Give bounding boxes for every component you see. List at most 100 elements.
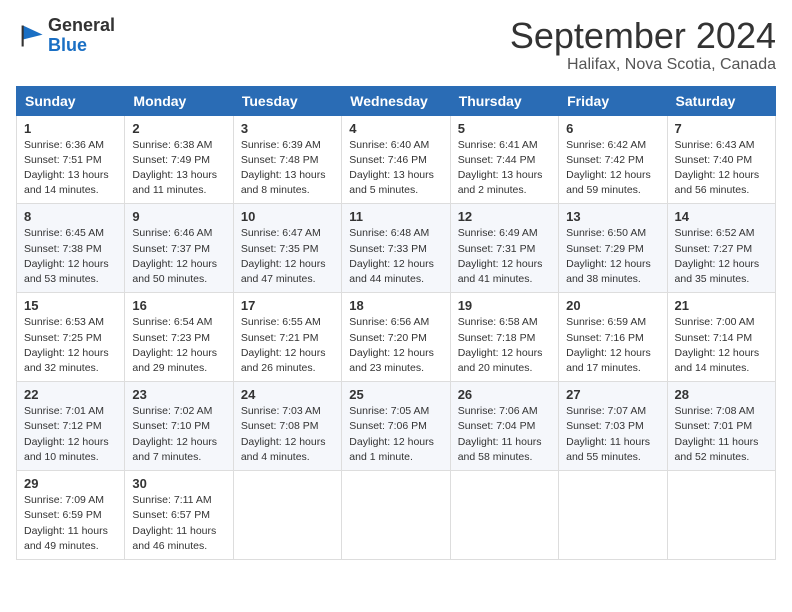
calendar-cell: 18 Sunrise: 6:56 AMSunset: 7:20 PMDayligh… <box>342 293 450 382</box>
day-info: Sunrise: 7:00 AMSunset: 7:14 PMDaylight:… <box>675 315 768 376</box>
day-number: 7 <box>675 121 768 136</box>
day-number: 4 <box>349 121 442 136</box>
day-info: Sunrise: 7:05 AMSunset: 7:06 PMDaylight:… <box>349 404 442 465</box>
day-info: Sunrise: 6:53 AMSunset: 7:25 PMDaylight:… <box>24 315 117 376</box>
logo: General Blue <box>16 16 115 56</box>
day-number: 8 <box>24 209 117 224</box>
calendar-cell: 23 Sunrise: 7:02 AMSunset: 7:10 PMDayligh… <box>125 382 233 471</box>
day-info: Sunrise: 7:11 AMSunset: 6:57 PMDaylight:… <box>132 493 225 554</box>
day-number: 22 <box>24 387 117 402</box>
day-info: Sunrise: 6:58 AMSunset: 7:18 PMDaylight:… <box>458 315 551 376</box>
day-number: 19 <box>458 298 551 313</box>
calendar-cell: 10Sunrise: 6:47 AMSunset: 7:35 PMDayligh… <box>233 204 341 293</box>
calendar-cell: 7 Sunrise: 6:43 AMSunset: 7:40 PMDaylight… <box>667 115 775 204</box>
day-info: Sunrise: 6:48 AMSunset: 7:33 PMDaylight:… <box>349 226 442 287</box>
day-number: 1 <box>24 121 117 136</box>
calendar-cell: 11Sunrise: 6:48 AMSunset: 7:33 PMDayligh… <box>342 204 450 293</box>
header-day-thursday: Thursday <box>450 86 558 115</box>
day-number: 17 <box>241 298 334 313</box>
day-number: 9 <box>132 209 225 224</box>
day-number: 6 <box>566 121 659 136</box>
calendar-header-row: SundayMondayTuesdayWednesdayThursdayFrid… <box>17 86 776 115</box>
day-number: 5 <box>458 121 551 136</box>
day-info: Sunrise: 7:08 AMSunset: 7:01 PMDaylight:… <box>675 404 768 465</box>
calendar-cell: 3 Sunrise: 6:39 AMSunset: 7:48 PMDaylight… <box>233 115 341 204</box>
calendar-cell: 25Sunrise: 7:05 AMSunset: 7:06 PMDayligh… <box>342 382 450 471</box>
calendar-cell: 2 Sunrise: 6:38 AMSunset: 7:49 PMDaylight… <box>125 115 233 204</box>
header-day-monday: Monday <box>125 86 233 115</box>
calendar-cell: 20 Sunrise: 6:59 AMSunset: 7:16 PMDayligh… <box>559 293 667 382</box>
day-number: 10 <box>241 209 334 224</box>
calendar-cell: 29 Sunrise: 7:09 AMSunset: 6:59 PMDayligh… <box>17 471 125 560</box>
day-number: 29 <box>24 476 117 491</box>
day-info: Sunrise: 6:55 AMSunset: 7:21 PMDaylight:… <box>241 315 334 376</box>
calendar-cell: 24Sunrise: 7:03 AMSunset: 7:08 PMDayligh… <box>233 382 341 471</box>
calendar-cell: 6 Sunrise: 6:42 AMSunset: 7:42 PMDaylight… <box>559 115 667 204</box>
calendar-cell: 1Sunrise: 6:36 AMSunset: 7:51 PMDaylight… <box>17 115 125 204</box>
calendar-cell: 19 Sunrise: 6:58 AMSunset: 7:18 PMDayligh… <box>450 293 558 382</box>
calendar-cell: 28 Sunrise: 7:08 AMSunset: 7:01 PMDayligh… <box>667 382 775 471</box>
calendar-cell: 9Sunrise: 6:46 AMSunset: 7:37 PMDaylight… <box>125 204 233 293</box>
day-number: 21 <box>675 298 768 313</box>
day-number: 2 <box>132 121 225 136</box>
calendar-cell <box>342 471 450 560</box>
logo-icon <box>16 22 44 50</box>
calendar-cell: 8 Sunrise: 6:45 AMSunset: 7:38 PMDaylight… <box>17 204 125 293</box>
day-info: Sunrise: 6:41 AMSunset: 7:44 PMDaylight:… <box>458 138 551 199</box>
day-info: Sunrise: 6:38 AMSunset: 7:49 PMDaylight:… <box>132 138 225 199</box>
calendar-cell: 26 Sunrise: 7:06 AMSunset: 7:04 PMDayligh… <box>450 382 558 471</box>
calendar-cell: 13 Sunrise: 6:50 AMSunset: 7:29 PMDayligh… <box>559 204 667 293</box>
calendar-cell: 22 Sunrise: 7:01 AMSunset: 7:12 PMDayligh… <box>17 382 125 471</box>
calendar-cell: 16Sunrise: 6:54 AMSunset: 7:23 PMDayligh… <box>125 293 233 382</box>
day-info: Sunrise: 6:42 AMSunset: 7:42 PMDaylight:… <box>566 138 659 199</box>
calendar-cell: 27 Sunrise: 7:07 AMSunset: 7:03 PMDayligh… <box>559 382 667 471</box>
day-info: Sunrise: 7:06 AMSunset: 7:04 PMDaylight:… <box>458 404 551 465</box>
calendar-cell <box>450 471 558 560</box>
day-info: Sunrise: 7:01 AMSunset: 7:12 PMDaylight:… <box>24 404 117 465</box>
day-number: 26 <box>458 387 551 402</box>
header: General Blue September 2024 Halifax, Nov… <box>16 16 776 74</box>
calendar-cell: 5 Sunrise: 6:41 AMSunset: 7:44 PMDaylight… <box>450 115 558 204</box>
day-number: 15 <box>24 298 117 313</box>
day-number: 27 <box>566 387 659 402</box>
calendar-cell: 30 Sunrise: 7:11 AMSunset: 6:57 PMDayligh… <box>125 471 233 560</box>
calendar-week-row: 1Sunrise: 6:36 AMSunset: 7:51 PMDaylight… <box>17 115 776 204</box>
day-number: 3 <box>241 121 334 136</box>
day-number: 13 <box>566 209 659 224</box>
calendar-cell <box>667 471 775 560</box>
calendar-week-row: 29 Sunrise: 7:09 AMSunset: 6:59 PMDayligh… <box>17 471 776 560</box>
calendar-cell: 21 Sunrise: 7:00 AMSunset: 7:14 PMDayligh… <box>667 293 775 382</box>
month-title: September 2024 <box>510 16 776 56</box>
day-info: Sunrise: 6:39 AMSunset: 7:48 PMDaylight:… <box>241 138 334 199</box>
day-info: Sunrise: 6:45 AMSunset: 7:38 PMDaylight:… <box>24 226 117 287</box>
header-day-saturday: Saturday <box>667 86 775 115</box>
day-info: Sunrise: 6:52 AMSunset: 7:27 PMDaylight:… <box>675 226 768 287</box>
day-number: 18 <box>349 298 442 313</box>
header-day-sunday: Sunday <box>17 86 125 115</box>
day-number: 28 <box>675 387 768 402</box>
calendar-week-row: 8 Sunrise: 6:45 AMSunset: 7:38 PMDaylight… <box>17 204 776 293</box>
day-info: Sunrise: 6:56 AMSunset: 7:20 PMDaylight:… <box>349 315 442 376</box>
day-info: Sunrise: 6:59 AMSunset: 7:16 PMDaylight:… <box>566 315 659 376</box>
title-section: September 2024 Halifax, Nova Scotia, Can… <box>510 16 776 74</box>
day-number: 16 <box>132 298 225 313</box>
calendar-cell: 4Sunrise: 6:40 AMSunset: 7:46 PMDaylight… <box>342 115 450 204</box>
day-number: 20 <box>566 298 659 313</box>
day-number: 30 <box>132 476 225 491</box>
calendar-cell <box>233 471 341 560</box>
day-info: Sunrise: 7:09 AMSunset: 6:59 PMDaylight:… <box>24 493 117 554</box>
day-info: Sunrise: 6:50 AMSunset: 7:29 PMDaylight:… <box>566 226 659 287</box>
calendar-cell <box>559 471 667 560</box>
day-info: Sunrise: 6:43 AMSunset: 7:40 PMDaylight:… <box>675 138 768 199</box>
header-day-tuesday: Tuesday <box>233 86 341 115</box>
calendar-cell: 12Sunrise: 6:49 AMSunset: 7:31 PMDayligh… <box>450 204 558 293</box>
header-day-wednesday: Wednesday <box>342 86 450 115</box>
day-number: 14 <box>675 209 768 224</box>
day-number: 23 <box>132 387 225 402</box>
day-info: Sunrise: 7:07 AMSunset: 7:03 PMDaylight:… <box>566 404 659 465</box>
day-info: Sunrise: 7:03 AMSunset: 7:08 PMDaylight:… <box>241 404 334 465</box>
day-info: Sunrise: 7:02 AMSunset: 7:10 PMDaylight:… <box>132 404 225 465</box>
logo-general-text: General Blue <box>48 16 115 56</box>
calendar-week-row: 22 Sunrise: 7:01 AMSunset: 7:12 PMDayligh… <box>17 382 776 471</box>
calendar-week-row: 15 Sunrise: 6:53 AMSunset: 7:25 PMDayligh… <box>17 293 776 382</box>
